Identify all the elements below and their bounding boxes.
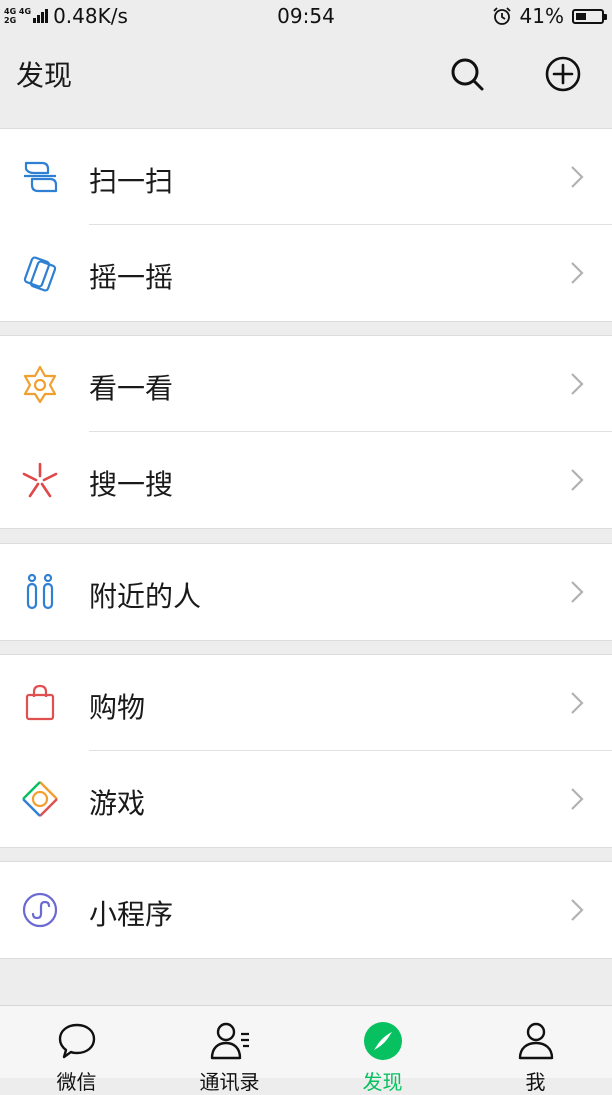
top-stories-icon <box>23 365 57 404</box>
bottom-tab-bar: 微信 通讯录 发现 我 <box>0 1005 612 1094</box>
menu-item-label: 看一看 <box>89 372 174 405</box>
menu-item-games[interactable]: 游戏 <box>0 751 612 847</box>
tab-label: 我 <box>525 1070 546 1094</box>
alarm-clock-icon <box>492 7 511 25</box>
menu-item-label: 搜一搜 <box>89 468 174 501</box>
menu-item-people-nearby[interactable]: 附近的人 <box>0 544 612 640</box>
chat-bubble-icon <box>58 1023 95 1059</box>
menu-item-scan[interactable]: 扫一扫 <box>0 129 612 225</box>
menu-item-shopping[interactable]: 购物 <box>0 655 612 751</box>
page-title: 发现 <box>16 59 73 92</box>
chevron-right-icon <box>571 581 584 603</box>
search-button[interactable] <box>447 54 487 94</box>
menu-item-label: 小程序 <box>89 898 174 931</box>
chevron-right-icon <box>571 166 584 188</box>
menu-item-label: 扫一扫 <box>89 165 174 198</box>
people-nearby-icon <box>26 573 54 610</box>
menu-group-nearby: 附近的人 <box>0 543 612 641</box>
compass-icon <box>363 1022 402 1060</box>
status-bar: 4G 4G 2G 0.48K/s 09:54 41% <box>0 0 612 34</box>
contacts-icon <box>210 1022 249 1060</box>
page-header: 发现 <box>0 34 612 129</box>
shopping-bag-icon <box>25 684 55 721</box>
menu-item-label: 购物 <box>89 691 146 724</box>
menu-group-stories: 看一看 搜一搜 <box>0 335 612 529</box>
menu-item-shake[interactable]: 摇一摇 <box>0 225 612 321</box>
menu-item-mini-programs[interactable]: 小程序 <box>0 862 612 958</box>
chevron-right-icon <box>571 788 584 810</box>
tab-label: 微信 <box>56 1070 97 1094</box>
chevron-right-icon <box>571 373 584 395</box>
plus-circle-icon <box>545 56 581 92</box>
tab-discover[interactable]: 发现 <box>306 1006 459 1094</box>
tab-label: 发现 <box>362 1070 403 1094</box>
games-icon <box>22 781 58 817</box>
menu-group-mini-programs: 小程序 <box>0 861 612 959</box>
tab-chats[interactable]: 微信 <box>0 1006 153 1094</box>
menu-group-shopping: 购物 游戏 <box>0 654 612 848</box>
shake-icon <box>23 256 57 292</box>
tab-label: 通讯录 <box>199 1070 260 1094</box>
menu-item-search[interactable]: 搜一搜 <box>0 432 612 528</box>
tab-me[interactable]: 我 <box>459 1006 612 1094</box>
mini-programs-icon <box>22 892 58 928</box>
battery-fill <box>576 12 586 20</box>
chevron-right-icon <box>571 899 584 921</box>
menu-item-top-stories[interactable]: 看一看 <box>0 336 612 432</box>
chevron-right-icon <box>571 469 584 491</box>
menu-item-label: 附近的人 <box>89 580 202 613</box>
add-button[interactable] <box>543 54 583 94</box>
status-right: 41% <box>492 4 607 28</box>
battery-icon <box>572 8 607 24</box>
chevron-right-icon <box>571 692 584 714</box>
menu-item-label: 游戏 <box>89 787 146 820</box>
search-icon <box>451 58 484 91</box>
menu-item-label: 摇一摇 <box>89 261 174 294</box>
chevron-right-icon <box>571 262 584 284</box>
battery-percent: 41% <box>519 4 564 28</box>
scan-icon <box>24 161 58 193</box>
person-icon <box>518 1022 553 1060</box>
tab-contacts[interactable]: 通讯录 <box>153 1006 306 1094</box>
menu-group-scan: 扫一扫 摇一摇 <box>0 128 612 322</box>
search-search-icon <box>22 462 58 498</box>
